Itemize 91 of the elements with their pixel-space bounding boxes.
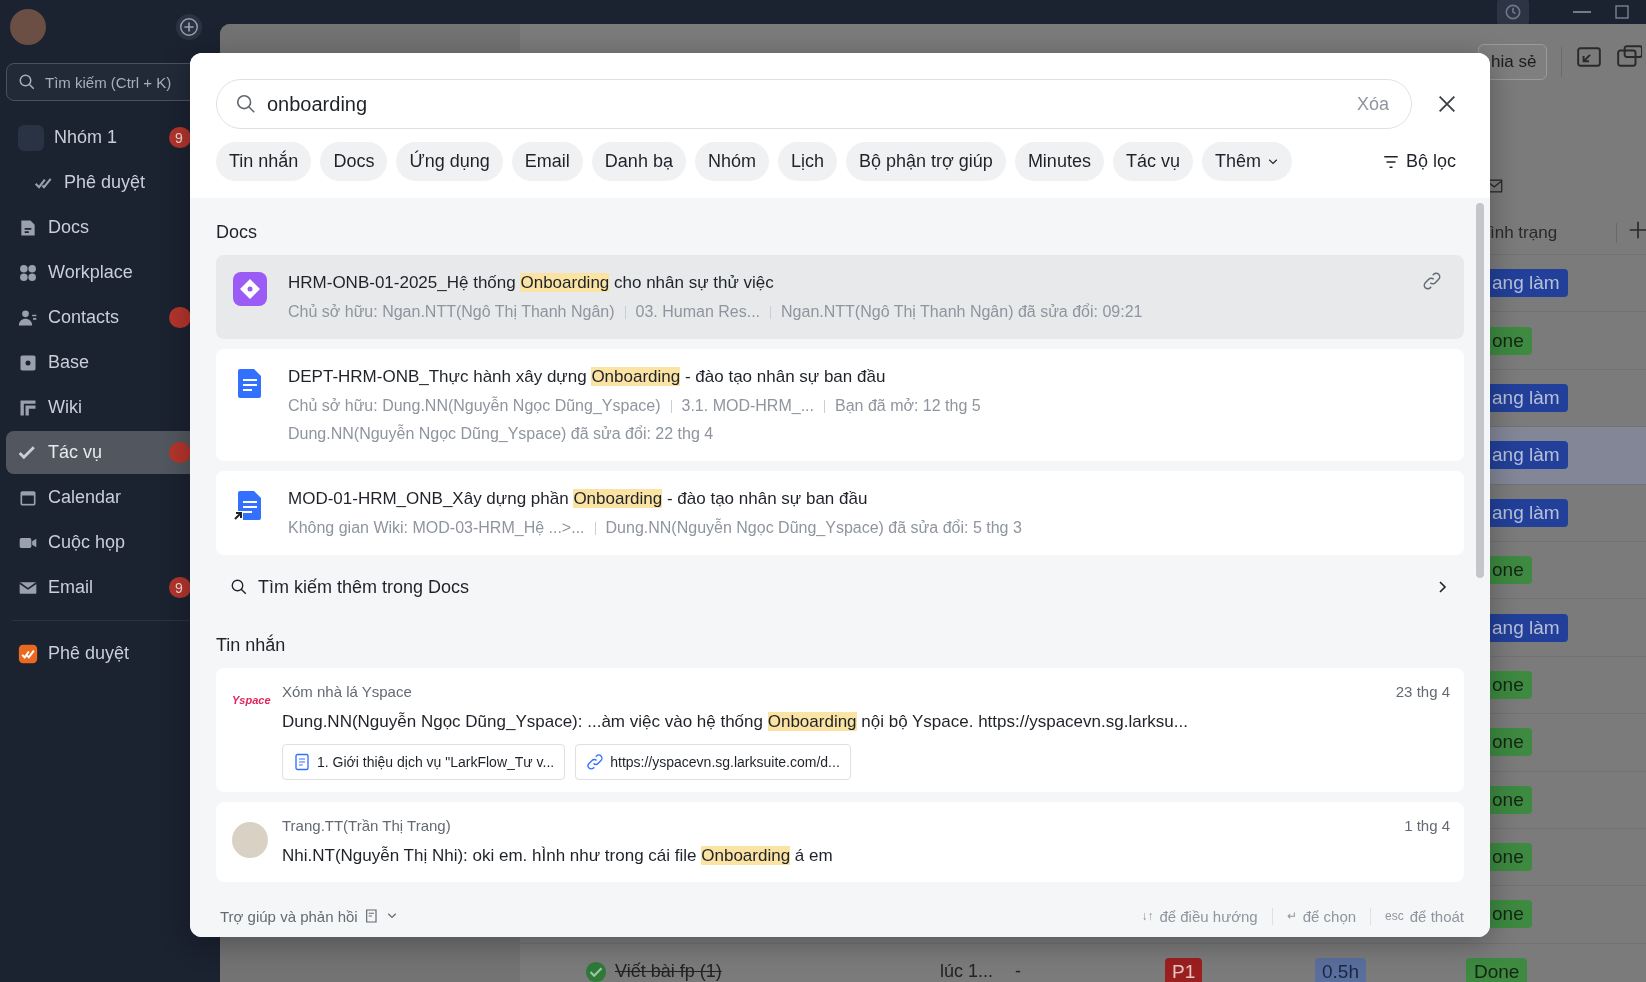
key-hint: ↵ xyxy=(1286,909,1297,923)
close-button[interactable] xyxy=(1436,93,1458,115)
result-meta: Bạn đã mở: 12 thg 5 xyxy=(834,396,981,416)
message-date: 23 thg 4 xyxy=(1395,682,1450,702)
help-feedback-button[interactable]: Trợ giúp và phản hồi xyxy=(220,907,398,925)
more-filter-chip[interactable]: Thêm xyxy=(1201,142,1292,181)
hint-text: để chọn xyxy=(1302,907,1357,925)
filter-chip[interactable]: Minutes xyxy=(1014,142,1104,181)
key-hint: ↓↑ xyxy=(1141,909,1154,923)
doc-result[interactable]: HRM-ONB-01-2025_Hệ thống Onboarding cho nhân sự thử việc Chủ sở hữu: Ngan.NTT(Ngô Thị Thanh Ngân) 03. Human Res... Ngan.NTT(Ngô Thị Thanh Ngân) đã sửa đổi: 09:21 xyxy=(216,255,1464,339)
feedback-icon xyxy=(363,908,380,924)
search-icon xyxy=(235,93,257,115)
base-app-icon xyxy=(232,271,268,307)
result-meta: Dung.NN(Nguyễn Ngọc Dũng_Yspace) đã sửa đổi: 22 thg 4 xyxy=(288,423,714,444)
sidebar-item[interactable]: Calendar xyxy=(6,476,216,519)
scrollbar[interactable] xyxy=(1476,203,1484,578)
doc-result[interactable]: MOD-01-HRM_ONB_Xây dựng phần Onboarding - đào tạo nhân sự ban đầu Không gian Wiki: MOD-03-HRM_Hệ ...>... Dung.NN(Nguyễn Ngọc Dũng_Yspace) đã sửa đổi: 5 thg 3 xyxy=(216,471,1464,555)
sidebar-item[interactable]: Docs xyxy=(6,206,216,249)
search-icon xyxy=(230,578,248,596)
link-icon xyxy=(1422,271,1442,291)
chat-name: Trang.TT(Trần Thị Trang) xyxy=(282,816,451,836)
filter-chip[interactable]: Nhóm xyxy=(694,142,769,181)
filter-chip[interactable]: Bộ phận trợ giúp xyxy=(845,142,1006,181)
sidebar-item[interactable]: Contacts xyxy=(6,296,216,339)
resize-icon xyxy=(1576,44,1603,70)
task-title: Viết bài fp (1) xyxy=(615,961,722,982)
result-meta: 03. Human Res... xyxy=(635,302,761,322)
sidebar-item[interactable]: Phê duyệt xyxy=(6,161,216,204)
link-icon xyxy=(586,753,605,771)
unread-badge: 9 xyxy=(169,577,191,598)
filter-chip[interactable]: Danh bạ xyxy=(591,142,686,181)
message-text: Nhi.NT(Nguyễn Thị Nhi): oki em. hÌnh như trong cái file Onboarding á em xyxy=(282,845,834,867)
sidebar-item[interactable]: Phê duyệt xyxy=(6,632,216,675)
add-column-icon xyxy=(1627,219,1646,241)
result-meta: Chủ sở hữu: Dung.NN(Nguyễn Ngọc Dũng_Yspace) xyxy=(288,395,661,416)
filter-chip[interactable]: Docs xyxy=(320,142,388,181)
window-icon xyxy=(1616,44,1643,70)
result-meta: 3.1. MOD-HRM_... xyxy=(681,396,814,416)
search-icon xyxy=(18,73,36,91)
section-title: Tin nhắn xyxy=(216,633,287,657)
approval-app-icon xyxy=(18,643,38,664)
sidebar-item[interactable]: Nhóm 1 9 xyxy=(6,116,216,159)
result-title: HRM-ONB-01-2025_Hệ thống Onboarding cho nhân sự thử việc xyxy=(288,272,775,294)
add-button[interactable] xyxy=(176,14,202,40)
filter-chip[interactable]: Ứng dụng xyxy=(396,142,503,181)
search-field[interactable]: onboarding Xóa xyxy=(216,79,1412,129)
result-meta: Dung.NN(Nguyễn Ngọc Dũng_Yspace) đã sửa đổi: 5 thg 3 xyxy=(605,517,1022,538)
attachment-chip[interactable]: 1. Giới thiệu dịch vụ "LarkFlow_Tư v... xyxy=(282,744,566,780)
maximize-icon xyxy=(1613,3,1631,21)
user-avatar[interactable] xyxy=(10,9,46,45)
hint-text: để thoát xyxy=(1409,907,1464,925)
status-tag: Done xyxy=(1466,957,1528,982)
filter-chip[interactable]: Tin nhắn xyxy=(216,142,312,181)
done-check-icon xyxy=(585,960,607,982)
hint-text: để điều hướng xyxy=(1159,907,1258,925)
document-icon xyxy=(293,753,311,771)
history-button[interactable] xyxy=(1497,0,1529,25)
filter-chip[interactable]: Email xyxy=(511,142,583,181)
filter-chip[interactable]: Tác vụ xyxy=(1112,142,1193,181)
result-title: MOD-01-HRM_ONB_Xây dựng phần Onboarding - đào tạo nhân sự ban đầu xyxy=(288,488,869,510)
result-meta: Không gian Wiki: MOD-03-HRM_Hệ ...>... xyxy=(288,518,585,538)
search-more-link[interactable]: Tìm kiếm thêm trong Docs xyxy=(216,565,1464,609)
filter-chip[interactable]: Lịch xyxy=(777,142,837,181)
sidebar-item[interactable]: Workplace xyxy=(6,251,216,294)
link-chip[interactable]: https://yspacevn.sg.larksuite.com/d... xyxy=(575,744,851,780)
unread-badge: 9 xyxy=(169,127,191,148)
section-title: Docs xyxy=(216,221,258,244)
priority-tag: P1 xyxy=(1165,957,1203,982)
message-text: Dung.NN(Nguyễn Ngọc Dũng_Yspace): ...àm việc vào hệ thống Onboarding nội bộ Yspace. https://yspacevn.sg.larksu... xyxy=(282,711,1189,733)
sidebar-item[interactable]: Cuộc họp xyxy=(6,521,216,564)
message-result[interactable]: Trang.TT(Trần Thị Trang) 1 thg 4 Nhi.NT(Nguyễn Thị Nhi): oki em. hÌnh như trong cái file Onboarding á em xyxy=(216,802,1464,882)
plus-icon xyxy=(178,16,200,38)
message-date: 1 thg 4 xyxy=(1404,816,1450,836)
history-icon xyxy=(1503,2,1523,22)
doc-result[interactable] xyxy=(216,349,1464,461)
grid-icon xyxy=(18,262,38,283)
chat-name: Xóm nhà lá Yspace xyxy=(282,682,412,702)
user-avatar xyxy=(232,822,268,858)
result-title: DEPT-HRM-ONB_Thực hành xây dựng Onboarding - đào tạo nhân sự ban đầu xyxy=(288,366,887,388)
result-meta: Ngan.NTT(Ngô Thị Thanh Ngân) đã sửa đổi: 09:21 xyxy=(781,302,1143,322)
sidebar-item[interactable]: Email 9 xyxy=(6,566,216,609)
result-meta: Chủ sở hữu: Ngan.NTT(Ngô Thị Thanh Ngân) xyxy=(288,302,615,322)
key-hint: esc xyxy=(1385,909,1404,923)
close-icon xyxy=(1436,93,1458,115)
filter-button[interactable]: Bộ lọc xyxy=(1381,151,1456,172)
sidebar-item[interactable]: Wiki xyxy=(6,386,216,429)
message-result[interactable] xyxy=(216,668,1464,792)
time-cell: lúc 1... xyxy=(940,961,994,982)
estimate-tag: 0.5h xyxy=(1315,957,1366,982)
assignee-cell: - xyxy=(1015,961,1021,982)
sidebar-item[interactable]: Base xyxy=(6,341,216,384)
